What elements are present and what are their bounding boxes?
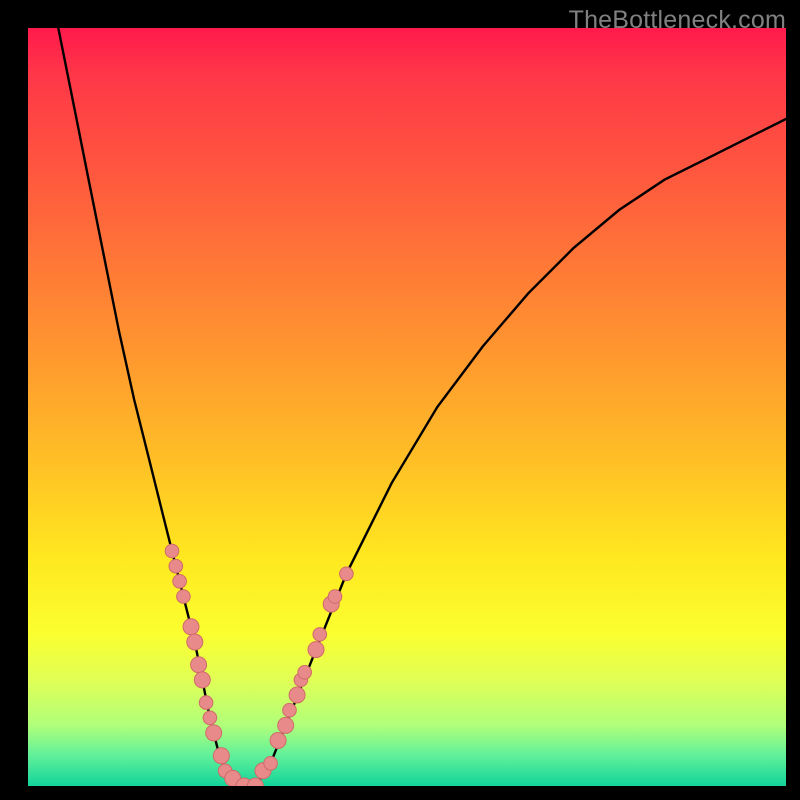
data-marker: [173, 575, 187, 589]
data-marker: [194, 672, 210, 688]
data-marker: [313, 628, 327, 642]
data-marker: [177, 590, 191, 604]
data-marker: [264, 757, 278, 771]
data-marker: [191, 657, 207, 673]
data-marker: [213, 748, 229, 764]
watermark-text: TheBottleneck.com: [569, 6, 786, 35]
data-marker: [183, 619, 199, 635]
data-marker: [169, 559, 183, 573]
curve-markers: [165, 544, 353, 786]
data-marker: [308, 642, 324, 658]
bottleneck-curve: [58, 28, 786, 786]
data-marker: [165, 544, 179, 558]
data-marker: [298, 666, 312, 680]
data-marker: [328, 590, 342, 604]
chart-svg: [28, 28, 786, 786]
data-marker: [289, 687, 305, 703]
chart-frame: TheBottleneck.com: [0, 0, 800, 800]
data-marker: [199, 696, 213, 710]
data-marker: [270, 733, 286, 749]
data-marker: [203, 711, 217, 725]
data-marker: [283, 703, 297, 717]
curve-line: [58, 28, 786, 786]
data-marker: [187, 634, 203, 650]
plot-area: [28, 28, 786, 786]
data-marker: [340, 567, 354, 581]
data-marker: [278, 717, 294, 733]
data-marker: [206, 725, 222, 741]
